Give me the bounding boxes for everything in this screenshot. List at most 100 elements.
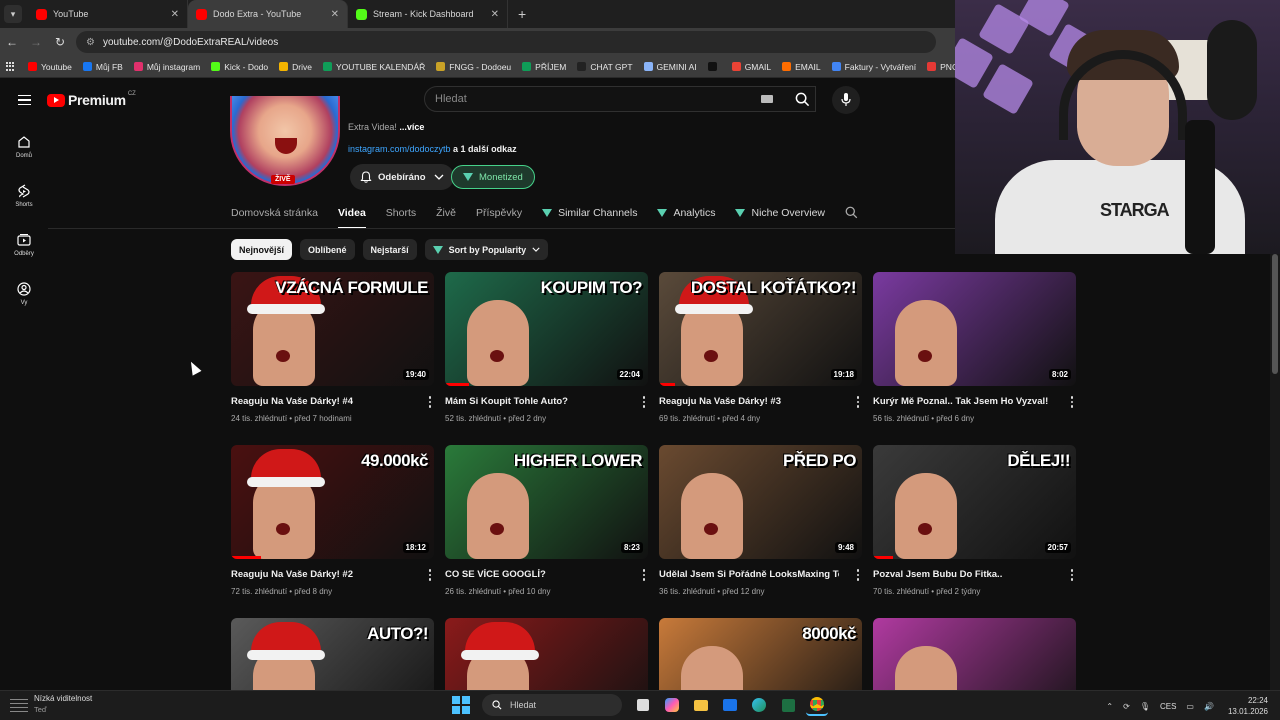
video-card[interactable]: 8:02 Kurýr Mě Poznal.. Tak Jsem Ho Vyzval…	[873, 272, 1076, 423]
outlook-icon[interactable]	[719, 694, 741, 716]
video-title[interactable]: CO SE VÍCE GOOGLÍ?	[445, 569, 625, 580]
channel-avatar[interactable]	[230, 96, 340, 186]
more-actions-icon[interactable]	[1070, 396, 1074, 408]
bookmark-item[interactable]: Můj FB	[82, 62, 123, 72]
tab-analytics[interactable]: Analytics	[657, 207, 715, 219]
tab--iv-[interactable]: Živě	[436, 207, 456, 219]
forward-button[interactable]: →	[24, 35, 48, 49]
video-thumbnail[interactable]: PŘED PO 9:48	[659, 445, 862, 559]
scrollbar-thumb[interactable]	[1272, 254, 1278, 374]
video-title[interactable]: Reaguju Na Vaše Dárky! #2	[231, 569, 411, 580]
video-title[interactable]: Reaguju Na Vaše Dárky! #4	[231, 396, 411, 407]
instagram-link[interactable]: instagram.com/dodoczytb	[348, 144, 451, 154]
video-card[interactable]: DĚLEJ!! 20:57 Pozval Jsem Bubu Do Fitka.. 7…	[873, 445, 1076, 596]
volume-icon[interactable]: 🔊	[1204, 702, 1214, 711]
description-more-link[interactable]: ...více	[399, 122, 424, 132]
video-title[interactable]: Pozval Jsem Bubu Do Fitka..	[873, 569, 1053, 580]
reload-button[interactable]: ↻	[48, 35, 72, 49]
chrome-icon[interactable]	[806, 694, 828, 716]
sidebar-item-subscriptions[interactable]: Odběry	[0, 220, 48, 269]
address-bar[interactable]: ⚙ youtube.com/@DodoExtraREAL/videos	[76, 31, 936, 53]
bookmark-item[interactable]: CHAT GPT	[577, 62, 633, 72]
video-card[interactable]: VZÁCNÁ FORMULE 19:40 Reaguju Na Vaše Dárky…	[231, 272, 434, 423]
voice-search-button[interactable]	[832, 86, 860, 114]
video-card[interactable]: 49.000kč 18:12 Reaguju Na Vaše Dárky! #2 72…	[231, 445, 434, 596]
file-explorer-icon[interactable]	[690, 694, 712, 716]
close-tab-icon[interactable]: ✕	[491, 9, 499, 20]
show-hidden-icons[interactable]: ⌃	[1106, 702, 1113, 711]
clock[interactable]: 22:24 13.01.2026	[1228, 695, 1268, 717]
video-thumbnail[interactable]: DĚLEJ!! 20:57	[873, 445, 1076, 559]
language-indicator[interactable]: CES	[1160, 702, 1176, 711]
video-title[interactable]: Kurýr Mě Poznal.. Tak Jsem Ho Vyzval!	[873, 396, 1053, 407]
more-actions-icon[interactable]	[856, 396, 860, 408]
video-thumbnail[interactable]: AUTO?!	[231, 618, 434, 690]
tab-domovsk-str-nka[interactable]: Domovská stránka	[231, 207, 318, 219]
video-card[interactable]: HIGHER LOWER 8:23 CO SE VÍCE GOOGLÍ? 26 tis…	[445, 445, 648, 596]
bookmark-item[interactable]	[707, 62, 721, 71]
bookmark-item[interactable]: Kick - Dodo	[211, 62, 268, 72]
tab-similar-channels[interactable]: Similar Channels	[542, 207, 637, 219]
youtube-premium-logo[interactable]: Premium CZ	[47, 91, 136, 108]
tab-niche-overview[interactable]: Niche Overview	[735, 207, 825, 219]
excel-icon[interactable]	[777, 694, 799, 716]
back-button[interactable]: ←	[0, 35, 24, 49]
more-actions-icon[interactable]	[856, 569, 860, 581]
video-card[interactable]: KOUPIM TO? 22:04 Mám Si Koupit Tohle Auto?…	[445, 272, 648, 423]
video-thumbnail[interactable]: DOSTAL KOŤÁTKO?! 19:18	[659, 272, 862, 386]
more-actions-icon[interactable]	[642, 396, 646, 408]
search-input[interactable]: Hledat	[424, 86, 816, 112]
new-tab-button[interactable]: +	[508, 6, 536, 28]
task-view-icon[interactable]	[632, 694, 654, 716]
channel-links[interactable]: instagram.com/dodoczytb a 1 další odkaz	[348, 144, 517, 154]
video-thumbnail[interactable]: 8:02	[873, 272, 1076, 386]
edge-icon[interactable]	[748, 694, 770, 716]
monetized-badge[interactable]: Monetized	[451, 165, 535, 189]
tab-p-sp-vky[interactable]: Příspěvky	[476, 207, 522, 219]
filter-chip[interactable]: Nejnovější	[231, 239, 293, 260]
bookmark-item[interactable]: PŘÍJEM	[522, 62, 566, 72]
channel-description[interactable]: Extra Videa! ...více	[348, 122, 424, 132]
sidebar-item-you[interactable]: Vy	[0, 269, 48, 318]
sidebar-item-home[interactable]: Domů	[0, 122, 48, 171]
video-thumbnail[interactable]: HIGHER LOWER 8:23	[445, 445, 648, 559]
video-title[interactable]: Udělal Jsem Si Pořádně LooksMaxing Test.…	[659, 569, 839, 580]
close-tab-icon[interactable]: ✕	[331, 9, 339, 20]
browser-tab[interactable]: Dodo Extra - YouTube ✕	[188, 0, 348, 28]
bookmark-item[interactable]: GEMINI AI	[643, 62, 697, 72]
video-thumbnail[interactable]: VZÁCNÁ FORMULE 19:40	[231, 272, 434, 386]
video-thumbnail[interactable]: KOUPIM TO? 22:04	[445, 272, 648, 386]
apps-grid-icon[interactable]	[6, 61, 14, 72]
menu-icon[interactable]	[18, 94, 31, 106]
bookmark-item[interactable]: Faktury - Vytváření	[831, 62, 916, 72]
video-thumbnail[interactable]: 8000kč	[659, 618, 862, 690]
subscribed-button[interactable]: Odebíráno	[350, 164, 454, 190]
search-button[interactable]	[785, 86, 819, 112]
sort-by-popularity-dropdown[interactable]: Sort by Popularity	[424, 239, 549, 260]
video-thumbnail[interactable]	[873, 618, 1076, 690]
video-card[interactable]: AUTO?!	[231, 618, 434, 690]
video-thumbnail[interactable]	[445, 618, 648, 690]
video-title[interactable]: Reaguju Na Vaše Dárky! #3	[659, 396, 839, 407]
bookmark-item[interactable]: Drive	[279, 62, 312, 72]
bookmark-item[interactable]: Můj instagram	[133, 62, 200, 72]
browser-tab[interactable]: YouTube ✕	[28, 0, 188, 28]
channel-search-button[interactable]	[845, 206, 858, 219]
sync-icon[interactable]: ⟳	[1123, 702, 1130, 711]
tab-videa[interactable]: Videa	[338, 207, 366, 219]
sidebar-item-shorts[interactable]: Shorts	[0, 171, 48, 220]
network-icon[interactable]: ▭	[1186, 702, 1194, 711]
filter-chip[interactable]: Oblíbené	[300, 239, 355, 260]
bookmark-item[interactable]: GMAIL	[731, 62, 771, 72]
tab-search-button[interactable]: ▾	[4, 5, 22, 23]
more-actions-icon[interactable]	[1070, 569, 1074, 581]
video-card[interactable]	[445, 618, 648, 690]
video-thumbnail[interactable]: 49.000kč 18:12	[231, 445, 434, 559]
more-actions-icon[interactable]	[428, 396, 432, 408]
more-links[interactable]: a 1 další odkaz	[451, 144, 517, 154]
video-card[interactable]: PŘED PO 9:48 Udělal Jsem Si Pořádně LooksM…	[659, 445, 862, 596]
more-actions-icon[interactable]	[642, 569, 646, 581]
video-card[interactable]: DOSTAL KOŤÁTKO?! 19:18 Reaguju Na Vaše Dár…	[659, 272, 862, 423]
bookmark-item[interactable]: YOUTUBE KALENDÁŘ	[322, 62, 425, 72]
weather-widget[interactable]: Nízká viditelnost Teď	[10, 694, 92, 714]
